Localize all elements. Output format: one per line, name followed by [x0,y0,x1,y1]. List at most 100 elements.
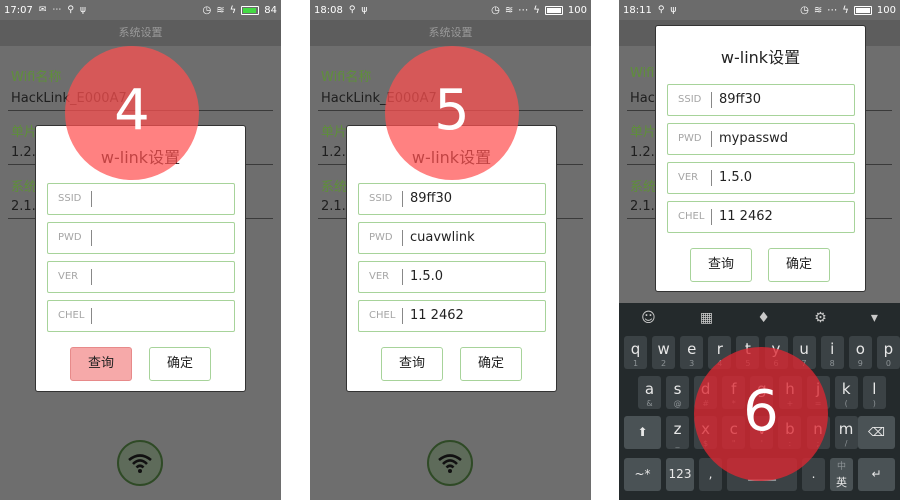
key-e[interactable]: e3 [680,336,704,369]
status-time: 18:08 [314,4,343,16]
wifi-button[interactable] [427,440,473,486]
mcu-value: 1.2. [11,145,36,160]
settings-icon[interactable]: ⚙ [814,310,827,326]
key-w[interactable]: w2 [652,336,676,369]
backspace-icon: ⌫ [868,425,885,439]
key-label: k [841,380,851,398]
alarm-icon: ◷ [800,4,809,16]
key-alt-label: _ [675,439,680,448]
confirm-button[interactable]: 确定 [149,347,211,381]
key-label: o [855,340,865,358]
shift-key[interactable]: ⬆ [624,416,661,449]
wifi-name-label: Wifi名称 [321,70,372,85]
system-label: 系统 [321,180,348,195]
ver-field[interactable]: VER 1.5.0 [358,261,546,293]
ver-field[interactable]: VER 1.5.0 [667,162,855,194]
key-z[interactable]: z _ [666,416,689,449]
mcu-value: 1.2. [321,145,346,160]
key-label: s [673,380,682,398]
battery-level: 100 [567,4,587,16]
key-a[interactable]: a & [638,376,661,409]
enter-key[interactable]: ↵ [858,458,895,491]
confirm-button[interactable]: 确定 [460,347,522,381]
key-alt-label: ( [844,399,848,408]
chel-field[interactable]: CHEL 11 2462 [358,300,546,332]
step-marker: 5 [385,46,519,180]
battery-icon [241,5,260,15]
key-k[interactable]: k( [834,376,858,409]
key-alt-label: 9 [857,359,863,368]
usb-icon: ψ [79,5,86,15]
key-label: q [630,340,641,358]
key-alt-label: 1 [632,359,639,368]
pwd-field[interactable]: PWD mypasswd [667,123,855,155]
key-o[interactable]: o9 [848,336,872,369]
key-m[interactable]: m / [834,416,858,449]
language-key[interactable]: 中英 [830,458,853,491]
mcu-label: 单片 [11,125,38,140]
chel-field[interactable]: CHEL [47,300,235,332]
charging-icon: ϟ [533,4,540,16]
pwd-field[interactable]: PWD [47,222,235,254]
key-p[interactable]: p0 [876,336,900,369]
system-value: 2.1. [11,199,36,214]
enter-icon: ↵ [871,467,882,481]
ssid-field[interactable]: SSID 89ff30 [667,84,855,116]
numbers-key-label: 123 [668,467,692,481]
wifi-button[interactable] [117,440,163,486]
key-label: e [687,340,697,358]
key-s[interactable]: s @ [666,376,690,409]
key-l[interactable]: l) [862,376,886,409]
key-label: m [838,420,854,438]
emoji-icon[interactable]: ☺ [641,310,656,326]
wifi-status-icon: ≋ [813,4,823,16]
wifi-name-value: Hac [630,91,655,106]
collapse-icon[interactable]: ▾ [871,310,878,326]
key-alt-label: & [646,399,653,408]
share-icon: ⚲ [657,5,665,15]
wifi-name-label: Wifi名称 [11,70,62,85]
status-bar: 18:08 ⚲ ψ ◷ ≋ ⋯ ϟ 100 [310,0,591,20]
key-alt-label: / [844,439,848,448]
pwd-field[interactable]: PWD cuavwlink [358,222,546,254]
battery-level: 100 [876,4,896,16]
query-button[interactable]: 查询 [70,347,132,381]
more-icon: ⋯ [518,4,529,16]
wifi-icon [438,454,462,473]
mcu-value: 1.2. [630,145,655,160]
system-value: 2.1. [630,199,655,214]
app-bar-title: 系统设置 [310,20,591,46]
mail-icon: ✉ [38,5,47,15]
confirm-button[interactable]: 确定 [768,248,830,282]
chel-field[interactable]: CHEL 11 2462 [667,201,855,233]
charging-icon: ϟ [229,4,237,16]
backspace-key[interactable]: ⌫ [858,416,895,449]
numbers-key[interactable]: 123 [666,458,694,491]
mic-icon[interactable]: ♦ [757,310,770,326]
key-i[interactable]: i8 [820,336,844,369]
more-icon: ⋯ [52,5,62,15]
step-marker: 4 [65,46,199,180]
keyboard-toolbar: ☺ ▦ ♦ ⚙ ▾ [619,303,900,333]
dialog-title: w-link设置 [720,48,801,67]
phone-screen-1: 17:07 ✉ ⋯ ⚲ ψ ◷ ≋ ϟ 84 系统设置 Wifi名称 HackL… [0,0,281,500]
key-label: w [657,340,670,358]
query-button[interactable]: 查询 [690,248,752,282]
query-button[interactable]: 查询 [381,347,443,381]
key-q[interactable]: q1 [624,336,647,369]
key-label: l [872,380,877,398]
ssid-field[interactable]: SSID [47,183,235,215]
key-alt-label: 8 [829,359,835,368]
key-alt-label: 3 [689,359,695,368]
ver-field[interactable]: VER [47,261,235,293]
wifi-icon [128,454,152,473]
keyboard-icon[interactable]: ▦ [700,310,713,326]
symbols-key[interactable]: ~* [624,458,661,491]
ssid-field[interactable]: SSID 89ff30 [358,183,546,215]
key-label: p [883,340,894,358]
step-marker: 6 [694,347,828,481]
lang-top-label: 中 [836,462,846,472]
phone-screen-3: 18:11 ⚲ ψ ◷ ≋ ⋯ ϟ 100 Wifi Hac 单片 1.2. 系… [619,0,900,500]
lang-bottom-label: 英 [836,476,847,489]
alarm-icon: ◷ [491,4,500,16]
